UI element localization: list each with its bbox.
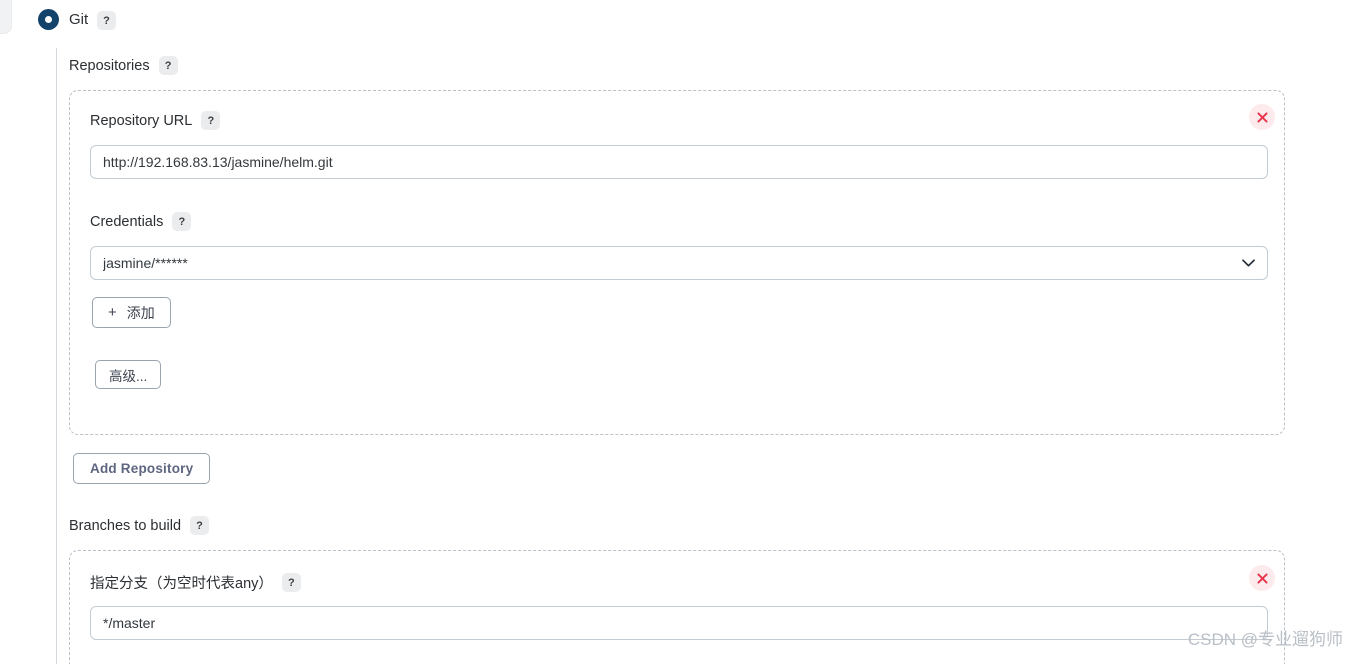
- repositories-section-label: Repositories ?: [69, 56, 178, 75]
- add-credential-button[interactable]: + 添加: [92, 297, 171, 328]
- help-icon-scm[interactable]: ?: [97, 11, 116, 30]
- branch-specifier-label: 指定分支（为空时代表any） ?: [90, 572, 301, 593]
- scm-radio-git[interactable]: [38, 9, 59, 30]
- repository-url-input[interactable]: [90, 145, 1268, 179]
- credentials-select-value[interactable]: [90, 246, 1268, 280]
- repository-url-label: Repository URL ?: [90, 111, 221, 130]
- scm-configuration-page: Git ? Repositories ? Repository URL ? Cr…: [0, 0, 1353, 664]
- repository-url-field-wrap: [90, 145, 1268, 179]
- help-icon-branches[interactable]: ?: [190, 516, 210, 535]
- advanced-button[interactable]: 高级...: [95, 360, 162, 389]
- add-credential-label: 添加: [126, 304, 155, 321]
- remove-branch-button[interactable]: [1249, 565, 1275, 591]
- help-icon-repositories[interactable]: ?: [158, 56, 178, 75]
- advanced-label: 高级...: [109, 368, 148, 384]
- credentials-select[interactable]: [90, 246, 1268, 280]
- plus-icon: +: [108, 304, 117, 321]
- section-guide-line: [56, 48, 57, 664]
- branch-entry-block: 指定分支（为空时代表any） ?: [69, 550, 1285, 664]
- credentials-label-text: Credentials: [90, 213, 164, 230]
- branch-specifier-label-text: 指定分支（为空时代表any）: [90, 576, 273, 592]
- branch-specifier-input[interactable]: [90, 606, 1268, 640]
- help-icon-branch-specifier[interactable]: ?: [281, 573, 301, 592]
- repository-url-label-text: Repository URL: [90, 112, 193, 129]
- credentials-label: Credentials ?: [90, 212, 192, 231]
- help-icon-repository-url[interactable]: ?: [201, 111, 221, 130]
- scm-option-label: Git: [69, 11, 89, 28]
- repository-entry-block: Repository URL ? Credentials ? + 添加 高: [69, 90, 1285, 435]
- repositories-label-text: Repositories: [69, 57, 150, 74]
- branch-specifier-field-wrap: [90, 606, 1268, 640]
- add-repository-label: Add Repository: [90, 461, 194, 476]
- branches-label-text: Branches to build: [69, 517, 182, 534]
- watermark-text: CSDN @专业遛狗师: [1187, 630, 1343, 649]
- remove-repository-button[interactable]: [1249, 104, 1275, 130]
- panel-edge-decoration: [0, 0, 12, 34]
- branches-section-label: Branches to build ?: [69, 516, 210, 535]
- scm-option-row: Git ?: [0, 0, 1353, 48]
- radio-inner-dot: [45, 16, 52, 23]
- credentials-field-wrap: [90, 246, 1268, 280]
- add-repository-button[interactable]: Add Repository: [73, 453, 211, 484]
- help-icon-credentials[interactable]: ?: [172, 212, 192, 231]
